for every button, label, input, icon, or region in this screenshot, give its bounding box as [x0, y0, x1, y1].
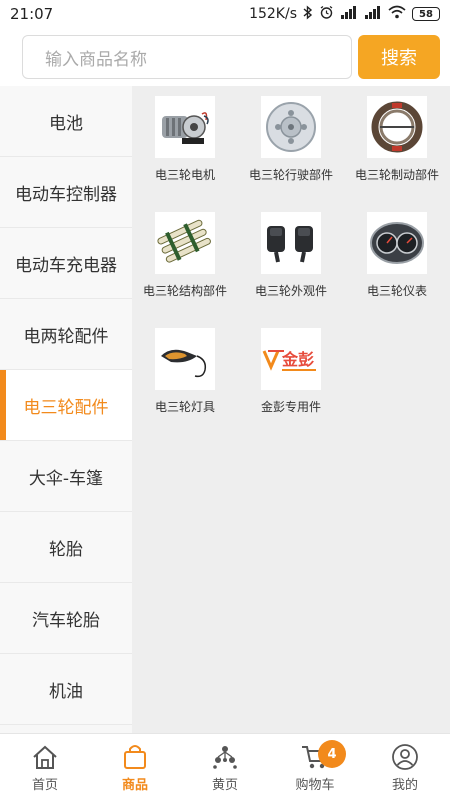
product-tile[interactable]: 金彭 金彭专用件 — [238, 328, 344, 440]
mirror-icon — [261, 212, 321, 274]
home-icon — [31, 742, 59, 772]
network-icon — [211, 742, 239, 772]
product-tile[interactable]: 电三轮制动部件 — [344, 96, 450, 208]
nav-label: 商品 — [121, 777, 148, 793]
bottom-nav: 首页 商品 黄页 购物车 4 我的 — [0, 733, 450, 800]
product-tile[interactable]: 电三轮仪表 — [344, 212, 450, 324]
status-icons: 152K/s 58 — [249, 4, 440, 24]
turn-signal-icon — [155, 328, 215, 390]
wheel-hub-icon — [261, 96, 321, 158]
sidebar-item-tires[interactable]: 轮胎 — [0, 512, 132, 583]
product-tile[interactable]: 电三轮结构部件 — [132, 212, 238, 324]
nav-item-yellow-pages[interactable]: 黄页 — [180, 734, 270, 800]
status-time: 21:07 — [10, 5, 54, 23]
jinpeng-logo: 金彭 — [261, 328, 321, 390]
nav-item-cart[interactable]: 购物车 4 — [270, 734, 360, 800]
product-label: 电三轮外观件 — [254, 284, 327, 298]
search-button[interactable]: 搜索 — [358, 35, 440, 79]
category-sidebar: 电池 电动车控制器 电动车充电器 电两轮配件 电三轮配件 大伞-车篷 轮胎 汽车… — [0, 86, 132, 733]
product-tile[interactable]: 电三轮电机 — [132, 96, 238, 208]
product-label: 金彭专用件 — [260, 400, 321, 414]
network-speed: 152K/s — [249, 6, 297, 22]
nav-item-products[interactable]: 商品 — [90, 734, 180, 800]
product-tile[interactable]: 电三轮灯具 — [132, 328, 238, 440]
product-label: 电三轮仪表 — [366, 284, 427, 298]
nav-label: 黄页 — [211, 777, 238, 793]
product-label: 电三轮制动部件 — [354, 168, 439, 182]
sidebar-item-battery[interactable]: 电池 — [0, 86, 132, 157]
cart-badge: 4 — [318, 740, 346, 768]
signal-icon — [340, 5, 358, 23]
product-label: 电三轮结构部件 — [142, 284, 227, 298]
search-input[interactable]: 输入商品名称 — [22, 35, 352, 79]
svg-text:金彭: 金彭 — [281, 350, 314, 369]
motor-icon — [155, 96, 215, 158]
profile-icon — [391, 742, 419, 772]
gauge-icon — [367, 212, 427, 274]
search-bar: 输入商品名称 搜索 — [0, 28, 450, 86]
nav-label: 我的 — [391, 777, 418, 793]
leaf-spring-icon — [155, 212, 215, 274]
sidebar-item-canopy[interactable]: 大伞-车篷 — [0, 441, 132, 512]
bluetooth-icon — [303, 4, 313, 24]
nav-item-home[interactable]: 首页 — [0, 734, 90, 800]
product-tile[interactable]: 电三轮行驶部件 — [238, 96, 344, 208]
sidebar-item-engine-oil[interactable]: 机油 — [0, 654, 132, 725]
status-bar: 21:07 152K/s 58 — [0, 0, 450, 28]
alarm-icon — [319, 5, 334, 24]
product-tile[interactable]: 电三轮外观件 — [238, 212, 344, 324]
shopping-bag-icon — [121, 742, 149, 772]
sidebar-item-car-tires[interactable]: 汽车轮胎 — [0, 583, 132, 654]
sidebar-item-two-wheel-parts[interactable]: 电两轮配件 — [0, 299, 132, 370]
nav-label: 购物车 — [295, 777, 335, 793]
sidebar-item-three-wheel-parts[interactable]: 电三轮配件 — [0, 370, 132, 441]
sidebar-item-charger[interactable]: 电动车充电器 — [0, 228, 132, 299]
product-label: 电三轮行驶部件 — [248, 168, 333, 182]
product-label: 电三轮电机 — [154, 168, 215, 182]
signal-icon-2 — [364, 5, 382, 23]
nav-label: 首页 — [31, 777, 58, 793]
product-panel: 电三轮电机 电三轮行驶部件 电三轮制动部件 电三轮结构部件 电三轮外观件 电三轮… — [132, 86, 450, 733]
brake-shoe-icon — [367, 96, 427, 158]
battery-icon: 58 — [412, 7, 440, 21]
nav-item-mine[interactable]: 我的 — [360, 734, 450, 800]
sidebar-item-controller[interactable]: 电动车控制器 — [0, 157, 132, 228]
wifi-icon — [388, 5, 406, 23]
product-label: 电三轮灯具 — [154, 400, 215, 414]
